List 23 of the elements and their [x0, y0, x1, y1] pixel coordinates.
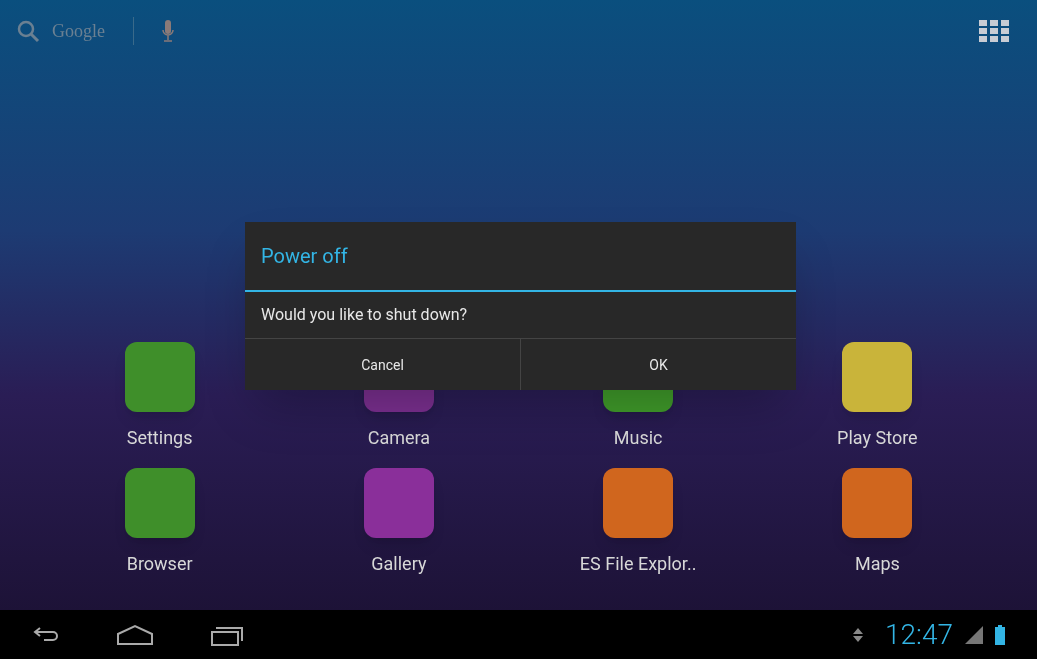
dialog-title: Power off	[245, 222, 796, 292]
battery-icon	[995, 624, 1005, 645]
app-label[interactable]: Maps	[854, 550, 900, 578]
app-label[interactable]: Camera	[367, 424, 431, 452]
dialog-button[interactable]: Cancel	[245, 339, 520, 390]
dialog-message: Would you like to shut down?	[260, 304, 469, 326]
app-label[interactable]: ES File Explor..	[579, 550, 697, 578]
clock: 12:47	[885, 616, 953, 653]
app-grid-icon[interactable]	[979, 20, 1009, 42]
app-label[interactable]: Browser	[126, 550, 193, 578]
app-icon[interactable]	[124, 342, 195, 412]
app-icon[interactable]	[842, 342, 913, 412]
app-icon[interactable]	[124, 468, 195, 538]
app-icon[interactable]	[842, 468, 913, 538]
app-label[interactable]: Play Store	[837, 424, 918, 452]
app-label[interactable]: Settings	[126, 424, 193, 452]
signal-icon	[965, 625, 983, 644]
home-icon[interactable]	[116, 623, 154, 646]
app-icon[interactable]	[603, 468, 674, 538]
data-transfer-icon	[851, 626, 865, 643]
app-label[interactable]: Gallery	[371, 550, 427, 578]
app-label[interactable]: Music	[613, 424, 663, 452]
dialog-button[interactable]: OK	[520, 339, 796, 390]
